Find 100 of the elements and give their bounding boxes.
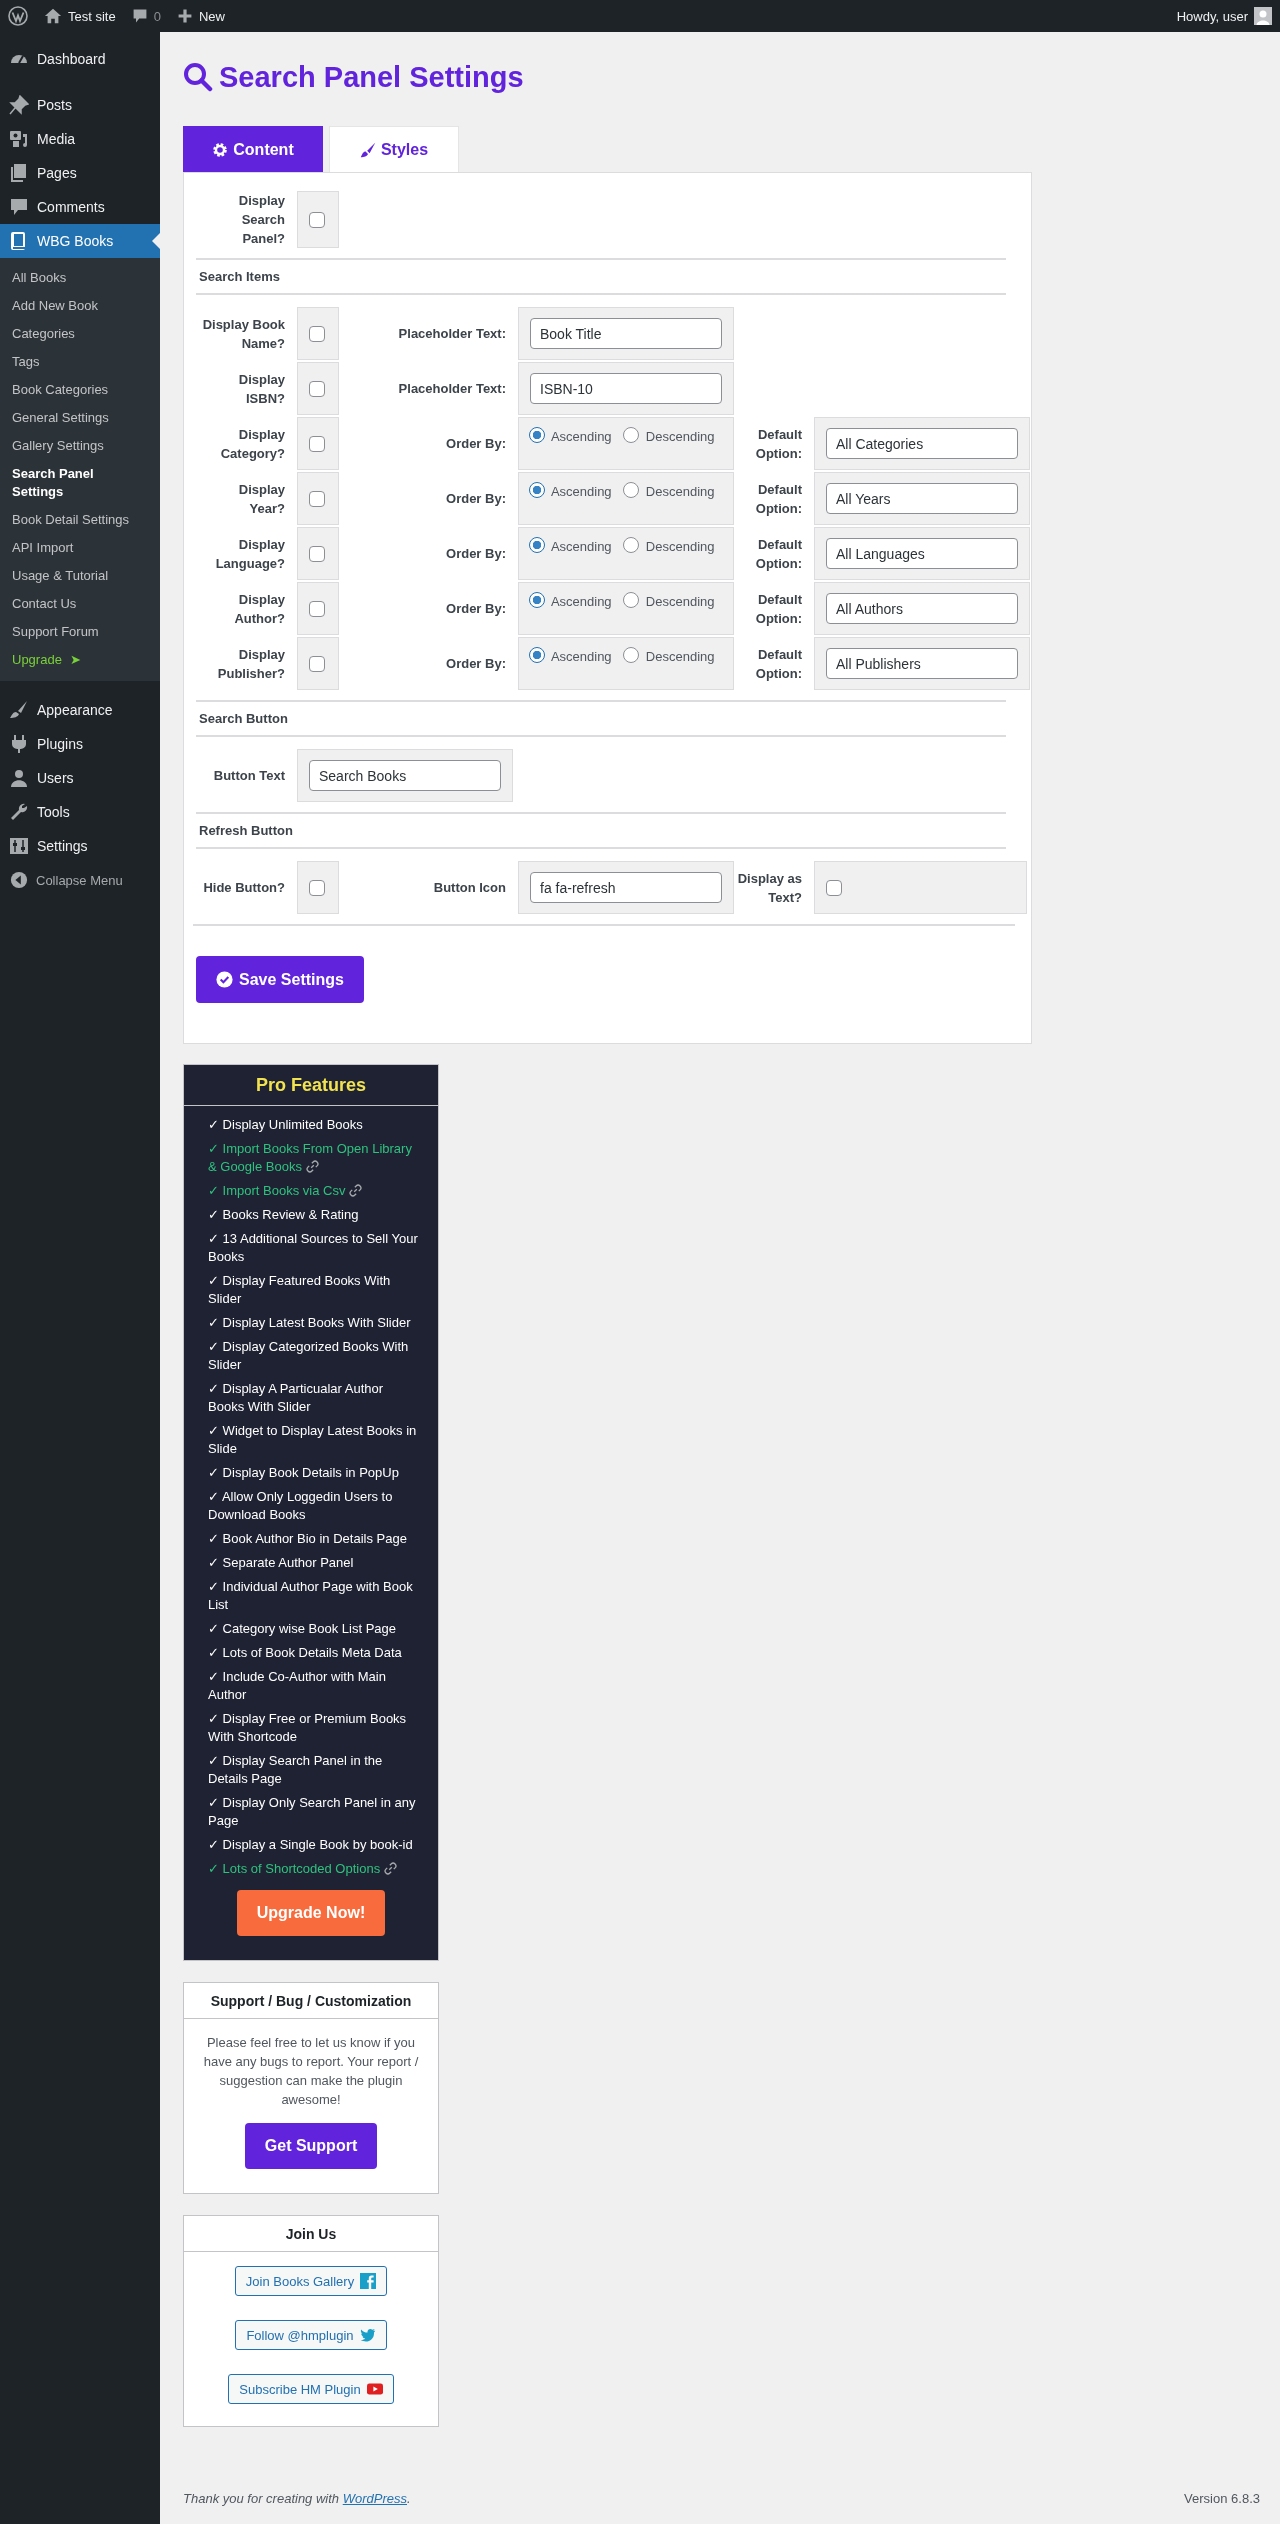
- feature-item: ✓ Lots of Book Details Meta Data: [208, 1644, 403, 1662]
- text-field[interactable]: All Years: [826, 483, 1018, 514]
- checkbox[interactable]: [309, 435, 325, 452]
- radio-option[interactable]: Descending: [623, 649, 715, 664]
- new-link[interactable]: New: [168, 0, 233, 32]
- radio-option[interactable]: Descending: [623, 484, 715, 499]
- comments-link[interactable]: 0: [123, 0, 169, 32]
- text-field[interactable]: All Languages: [826, 538, 1018, 569]
- checkbox[interactable]: [309, 655, 325, 672]
- sidebar-item[interactable]: Posts: [0, 88, 160, 122]
- feature-item: ✓ Separate Author Panel: [208, 1554, 355, 1572]
- speech-bubble-icon: [9, 197, 29, 217]
- feature-item: ✓ Display Unlimited Books: [208, 1116, 364, 1134]
- sliders-icon: [9, 836, 29, 856]
- avatar-icon: [1254, 7, 1272, 25]
- sidebar-item[interactable]: Users: [0, 761, 160, 795]
- radio-option[interactable]: Descending: [623, 429, 715, 444]
- feature-link[interactable]: ✓ Import Books via Csv: [208, 1182, 420, 1200]
- submenu-item[interactable]: Categories: [0, 320, 160, 348]
- submenu-item[interactable]: Contact Us: [0, 590, 160, 618]
- submenu-item[interactable]: Support Forum: [0, 618, 160, 646]
- submenu-item[interactable]: General Settings: [0, 404, 160, 432]
- text-field[interactable]: Search Books: [309, 760, 501, 791]
- radio-option[interactable]: Ascending: [529, 649, 612, 664]
- checkbox[interactable]: [309, 211, 325, 228]
- feature-item: ✓ Display Categorized Books With Slider: [208, 1338, 410, 1374]
- submenu-item[interactable]: All Books: [0, 264, 160, 292]
- checkbox[interactable]: [309, 879, 325, 896]
- chain-link-icon: [305, 1160, 319, 1173]
- radio-option[interactable]: Ascending: [529, 539, 612, 554]
- social-button[interactable]: Subscribe HM Plugin: [228, 2374, 394, 2404]
- section-heading: Refresh Button: [199, 823, 293, 838]
- text-field[interactable]: fa fa-refresh: [530, 872, 722, 903]
- brush-icon: [359, 141, 376, 158]
- text-field[interactable]: All Authors: [826, 593, 1018, 624]
- site-link[interactable]: Test site: [36, 0, 124, 32]
- submenu-item[interactable]: Book Categories: [0, 376, 160, 404]
- radio-option[interactable]: Ascending: [529, 484, 612, 499]
- sidebar-item[interactable]: Settings: [0, 829, 160, 863]
- sidebar-item[interactable]: Tools: [0, 795, 160, 829]
- checkbox[interactable]: [309, 490, 325, 507]
- sidebar-item[interactable]: Comments: [0, 190, 160, 224]
- checkbox[interactable]: [826, 879, 842, 896]
- text-field[interactable]: ISBN-10: [530, 373, 722, 404]
- radio-option[interactable]: Descending: [623, 594, 715, 609]
- checkbox[interactable]: [309, 380, 325, 397]
- submenu-item[interactable]: Tags: [0, 348, 160, 376]
- sidebar-item[interactable]: Appearance: [0, 693, 160, 727]
- pages-icon: [9, 163, 29, 183]
- feature-link[interactable]: ✓ Lots of Shortcoded Options: [208, 1860, 420, 1878]
- collapse-menu-button[interactable]: Collapse Menu: [0, 863, 160, 897]
- get-support-button[interactable]: Get Support: [244, 2123, 378, 2169]
- submenu-item[interactable]: Upgrade ➤: [0, 646, 160, 674]
- pro-features-title: Pro Features: [184, 1065, 438, 1106]
- wordpress-link[interactable]: WordPress: [342, 2491, 407, 2506]
- field-label: Display Book Name?: [201, 315, 285, 353]
- speech-bubble-icon: [131, 8, 148, 24]
- radio-option[interactable]: Ascending: [529, 429, 612, 444]
- text-field[interactable]: All Publishers: [826, 648, 1018, 679]
- feature-link[interactable]: ✓ Import Books From Open Library & Google Books: [208, 1140, 420, 1176]
- submenu-item[interactable]: Add New Book: [0, 292, 160, 320]
- social-button[interactable]: Join Books Gallery: [234, 2266, 388, 2296]
- pin-icon: [9, 95, 29, 115]
- submenu-item[interactable]: Search Panel Settings: [0, 460, 160, 506]
- bird-icon: [359, 2327, 376, 2343]
- checkbox[interactable]: [309, 325, 325, 342]
- account-menu[interactable]: Howdy, user: [1168, 0, 1280, 32]
- field-label: Order By:: [446, 545, 506, 563]
- sidebar-item[interactable]: Plugins: [0, 727, 160, 761]
- field-label: Default Option:: [754, 645, 802, 683]
- sidebar-item[interactable]: WBG Books: [0, 224, 160, 258]
- text-field[interactable]: Book Title: [530, 318, 722, 349]
- submenu-item[interactable]: API Import: [0, 534, 160, 562]
- save-settings-button[interactable]: Save Settings: [196, 956, 364, 1003]
- video-play-icon: [366, 2381, 383, 2397]
- submenu-item[interactable]: Gallery Settings: [0, 432, 160, 460]
- radio-option[interactable]: Ascending: [529, 594, 612, 609]
- checkbox[interactable]: [309, 600, 325, 617]
- field-label: Default Option:: [754, 590, 802, 628]
- field-label: Display Author?: [233, 590, 285, 628]
- submenu-item[interactable]: Book Detail Settings: [0, 506, 160, 534]
- tab[interactable]: Styles: [329, 126, 459, 172]
- plus-icon: [176, 8, 193, 24]
- text-field[interactable]: All Categories: [826, 428, 1018, 459]
- feature-item: ✓ Allow Only Loggedin Users to Download Books: [208, 1488, 394, 1524]
- field-label: Default Option:: [754, 535, 802, 573]
- feature-item: ✓ Display Only Search Panel in any Page: [208, 1794, 417, 1830]
- footer-text: Thank you for creating with WordPress.: [183, 2491, 411, 2506]
- version-text: Version 6.8.3: [1184, 2491, 1260, 2506]
- sidebar-item[interactable]: Pages: [0, 156, 160, 190]
- checkbox[interactable]: [309, 545, 325, 562]
- sidebar-item[interactable]: Media: [0, 122, 160, 156]
- tab[interactable]: Content: [183, 126, 323, 172]
- field-label: Placeholder Text:: [398, 380, 506, 398]
- field-label: Order By:: [446, 655, 506, 673]
- submenu-item[interactable]: Usage & Tutorial: [0, 562, 160, 590]
- radio-option[interactable]: Descending: [623, 539, 715, 554]
- field-label: Display Publisher?: [216, 645, 285, 683]
- sidebar-item[interactable]: Dashboard: [0, 42, 160, 76]
- social-button[interactable]: Follow @hmplugin: [235, 2320, 387, 2350]
